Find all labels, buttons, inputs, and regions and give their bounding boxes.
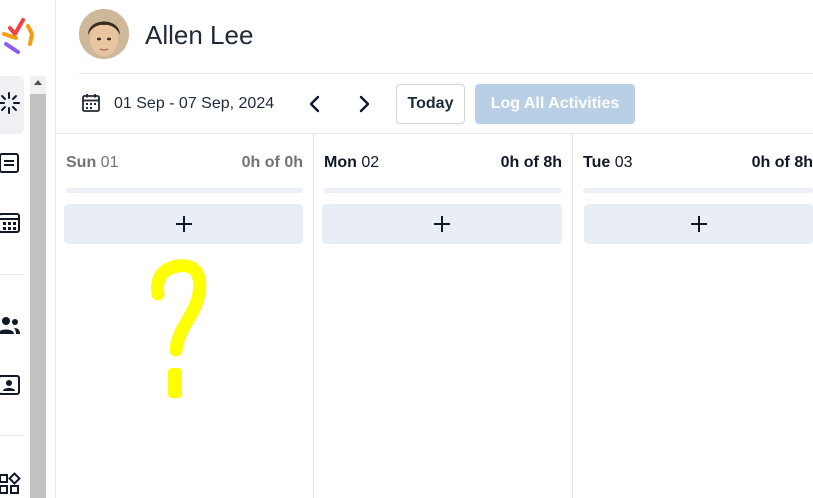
add-activity-button[interactable]: [64, 204, 303, 244]
add-activity-button[interactable]: [322, 204, 562, 244]
day-hours: 0h of 8h: [500, 154, 562, 171]
next-week-button[interactable]: [352, 92, 376, 116]
day-number: 01: [100, 154, 119, 171]
day-hours: 0h of 8h: [751, 154, 813, 171]
previous-week-button[interactable]: [303, 92, 327, 116]
day-number: 03: [614, 154, 633, 171]
header-divider: [79, 73, 813, 74]
date-range-label[interactable]: 01 Sep - 07 Sep, 2024: [114, 94, 274, 114]
list-icon[interactable]: [0, 151, 21, 175]
day-hours: 0h of 0h: [241, 154, 303, 171]
day-progress-bar: [583, 188, 813, 193]
calculator-icon[interactable]: [0, 211, 21, 235]
today-button[interactable]: Today: [396, 84, 465, 124]
scrollbar-thumb[interactable]: [30, 94, 46, 498]
add-activity-button[interactable]: [584, 204, 813, 244]
day-number: 02: [361, 154, 380, 171]
day-header: Mon 02 0h of 8h: [324, 154, 562, 176]
question-mark-annotation: [150, 259, 207, 398]
day-progress-bar: [324, 188, 562, 193]
user-name: Allen Lee: [145, 20, 254, 50]
rail-divider: [0, 274, 24, 275]
chevron-left-icon: [309, 95, 320, 113]
app-logo-icon[interactable]: [0, 12, 40, 56]
avatar-image: [79, 9, 129, 59]
timesheet-icon[interactable]: [0, 91, 21, 115]
day-name: Tue: [583, 154, 611, 171]
day-name: Sun: [66, 154, 97, 171]
rail-scrollbar[interactable]: [30, 76, 46, 498]
contact-card-icon[interactable]: [0, 373, 21, 397]
avatar[interactable]: [79, 9, 129, 59]
plus-icon: [690, 216, 707, 232]
day-header: Sun 01 0h of 0h: [66, 154, 303, 176]
chevron-right-icon: [359, 95, 370, 113]
left-rail: [0, 0, 56, 498]
team-icon[interactable]: [0, 313, 21, 337]
log-all-activities-button[interactable]: Log All Activities: [475, 84, 635, 124]
plus-icon: [434, 216, 450, 232]
day-header: Tue 03 0h of 8h: [583, 154, 813, 176]
day-progress-bar: [66, 188, 303, 193]
plus-icon: [175, 216, 192, 232]
day-name: Mon: [324, 154, 357, 171]
apps-grid-icon[interactable]: [0, 472, 21, 496]
scroll-up-icon[interactable]: [34, 80, 42, 85]
day-column-tue: Tue 03 0h of 8h: [573, 134, 813, 498]
day-column-mon: Mon 02 0h of 8h: [314, 134, 573, 498]
calendar-icon[interactable]: [81, 93, 101, 113]
rail-divider: [0, 435, 24, 436]
